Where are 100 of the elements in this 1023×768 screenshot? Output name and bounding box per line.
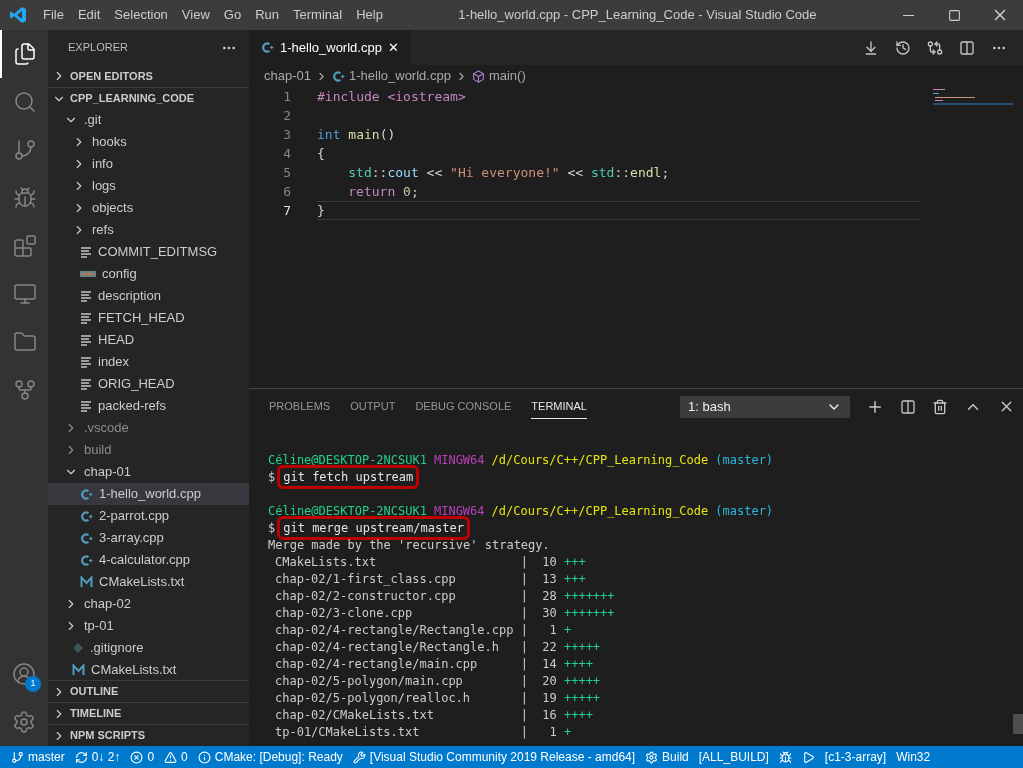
file-row[interactable]: 2-parrot.cpp	[48, 505, 249, 527]
stat-file: chap-02/4-rectangle/main.cpp	[275, 655, 479, 673]
terminal-path: /d/Cours/C++/CPP_Learning_Code	[491, 451, 709, 469]
section-header[interactable]: OPEN EDITORS	[48, 65, 249, 87]
menu-item[interactable]: View	[174, 5, 217, 25]
file-row[interactable]: HEAD	[48, 329, 249, 351]
status-item[interactable]: master	[6, 748, 70, 766]
menu-item[interactable]: Help	[349, 5, 390, 25]
file-lines-icon	[80, 334, 92, 346]
file-row[interactable]: 3-array.cpp	[48, 527, 249, 549]
menu-item[interactable]: Terminal	[286, 5, 350, 25]
folder-row[interactable]: info	[48, 153, 249, 175]
tab-close[interactable]: ✕	[387, 37, 399, 58]
stat-graph: +++++	[563, 638, 601, 656]
compare-icon[interactable]	[927, 39, 943, 56]
status-item[interactable]: [ALL_BUILD]	[693, 748, 774, 766]
menu-item[interactable]: Edit	[70, 5, 108, 25]
file-row[interactable]: config	[48, 263, 249, 285]
folder-row[interactable]: chap-02	[48, 593, 249, 615]
status-item[interactable]: CMake: [Debug]: Ready	[192, 748, 348, 766]
app-logo-icon	[9, 6, 27, 24]
stat-separator: |	[520, 672, 528, 690]
window-title: 1-hello_world.cpp - CPP_Learning_Code - Visual Studio Code	[458, 6, 817, 25]
folder-row[interactable]: tp-01	[48, 615, 249, 637]
stat-count: 19	[541, 689, 557, 707]
status-item[interactable]: 0↓ 2↑	[69, 748, 126, 766]
split-terminal-icon[interactable]	[900, 398, 916, 415]
folder-row[interactable]: build	[48, 439, 249, 461]
file-row[interactable]: 1-hello_world.cpp	[48, 483, 249, 505]
file-row[interactable]: description	[48, 285, 249, 307]
line-number: 6	[282, 182, 292, 201]
history-icon[interactable]	[895, 39, 911, 56]
file-row[interactable]: packed-refs	[48, 395, 249, 417]
stat-file: chap-02/3-clone.cpp	[275, 604, 414, 622]
panel-tab[interactable]: DEBUG CONSOLE	[415, 394, 512, 419]
folder-row[interactable]: objects	[48, 197, 249, 219]
stat-count: 13	[541, 570, 557, 588]
menu-item[interactable]: Go	[216, 5, 249, 25]
stat-separator: |	[520, 638, 528, 656]
diamond-icon	[72, 642, 84, 654]
stat-count: 10	[541, 553, 557, 571]
panel-tab[interactable]: PROBLEMS	[269, 394, 331, 419]
prompt-sign: $	[268, 468, 276, 486]
menu-item[interactable]: Run	[248, 5, 286, 25]
gear-icon	[645, 750, 659, 764]
folder-row[interactable]: hooks	[48, 131, 249, 153]
folder-row[interactable]: .git	[48, 109, 249, 131]
minimize-icon	[902, 14, 914, 16]
status-item[interactable]: 0	[159, 748, 193, 766]
status-item[interactable]: [c1-3-array]	[819, 748, 892, 766]
status-item[interactable]: Win32	[891, 748, 936, 766]
stat-file: chap-02/CMakeLists.txt	[275, 706, 435, 724]
menu-item[interactable]: File	[36, 5, 71, 25]
trash-icon[interactable]	[932, 398, 948, 415]
play-icon	[801, 750, 815, 764]
account-button[interactable]: 1	[0, 650, 48, 698]
file-row[interactable]: COMMIT_EDITMSG	[48, 241, 249, 263]
scrollbar-thumb[interactable]	[1013, 714, 1023, 734]
status-item[interactable]: 0	[125, 748, 160, 766]
section-header[interactable]: CPP_LEARNING_CODE	[48, 87, 249, 109]
file-row[interactable]: ORIG_HEAD	[48, 373, 249, 395]
folder-row[interactable]: chap-01	[48, 461, 249, 483]
file-row[interactable]: CMakeLists.txt	[48, 571, 249, 593]
file-row[interactable]: FETCH_HEAD	[48, 307, 249, 329]
stat-graph: +++	[563, 570, 586, 588]
breadcrumb-item[interactable]: 1-hello_world.cpp	[349, 66, 451, 86]
symbol-icon	[471, 69, 485, 83]
folder-row[interactable]: logs	[48, 175, 249, 197]
breadcrumb-item[interactable]: chap-01	[264, 66, 311, 86]
panel-tab[interactable]: OUTPUT	[350, 394, 396, 419]
terminal-branch: (master)	[715, 502, 774, 520]
cpp-file-icon	[80, 487, 93, 501]
file-lines-icon	[80, 246, 92, 258]
download-icon[interactable]	[863, 39, 879, 56]
file-row[interactable]: index	[48, 351, 249, 373]
editor-tab[interactable]: 1-hello_world.cpp ✕	[249, 30, 411, 65]
split-editor-icon[interactable]	[959, 39, 975, 56]
breadcrumb-item[interactable]: main()	[488, 66, 526, 86]
file-row[interactable]: CMakeLists.txt	[48, 659, 249, 680]
status-item[interactable]: Build	[640, 748, 694, 766]
line-number: 2	[282, 106, 292, 125]
panel-tab[interactable]: TERMINAL	[531, 394, 587, 419]
stat-count: 16	[541, 706, 557, 724]
section-header[interactable]: OUTLINE	[48, 680, 249, 702]
stat-separator: |	[520, 587, 528, 605]
folder-row[interactable]: refs	[48, 219, 249, 241]
code-line: {	[317, 144, 326, 163]
stat-file: chap-02/4-rectangle/Rectangle.cpp	[275, 621, 515, 639]
terminal-system: MINGW64	[433, 502, 485, 520]
status-item[interactable]: [Visual Studio Community 2019 Release - amd64]	[347, 748, 641, 766]
terminal-select[interactable]: 1: bash	[680, 395, 850, 418]
file-lines-icon	[80, 356, 92, 368]
menu-item[interactable]: Selection	[107, 5, 175, 25]
file-row[interactable]: .gitignore	[48, 637, 249, 659]
stat-separator: |	[520, 655, 528, 673]
bug-icon	[13, 186, 37, 210]
section-header[interactable]: TIMELINE	[48, 702, 249, 724]
folder-row[interactable]: .vscode	[48, 417, 249, 439]
file-row[interactable]: 4-calculator.cpp	[48, 549, 249, 571]
tools-icon	[352, 750, 366, 764]
